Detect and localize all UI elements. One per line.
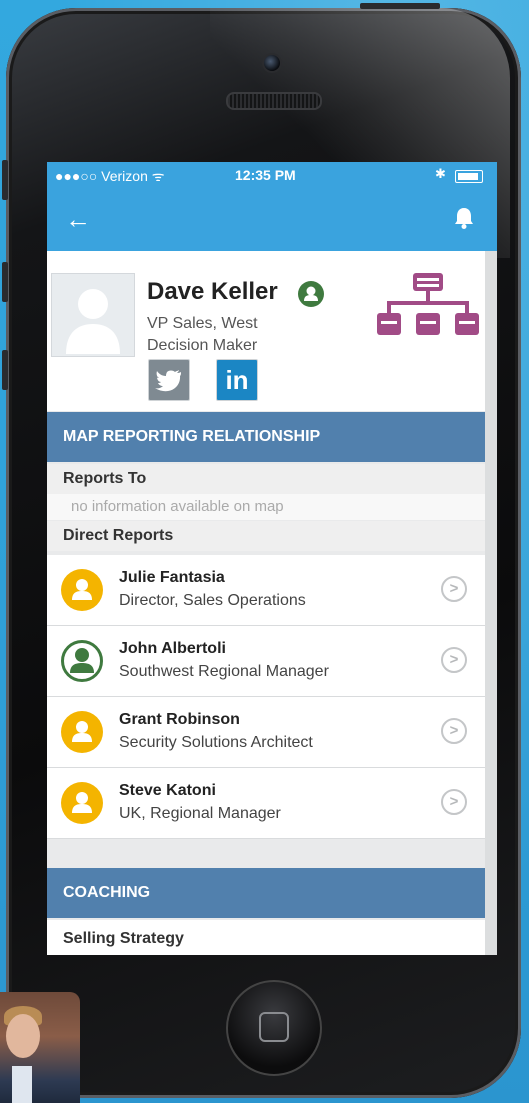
selling-strategy-label: Selling Strategy [63,930,184,947]
chevron-right-icon[interactable]: > [441,576,467,602]
bluetooth-icon: ✱ [435,166,446,181]
direct-reports-label: Direct Reports [63,527,174,544]
map-reporting-header[interactable]: MAP REPORTING RELATIONSHIP [47,412,485,462]
direct-report-name: Grant Robinson [119,711,240,728]
map-reporting-header-label: MAP REPORTING RELATIONSHIP [63,428,321,445]
contact-title: VP Sales, West [147,315,258,332]
battery-icon [455,170,483,183]
status-bar: ●●●○○ Verizon ᯤ 12:35 PM ✱ [47,162,497,190]
reports-to-label: Reports To [63,470,147,487]
person-placeholder-icon [66,289,120,354]
person-icon [61,711,103,753]
linkedin-icon[interactable]: in [216,359,258,401]
avatar [51,273,135,357]
direct-report-title: UK, Regional Manager [119,805,281,822]
presenter-face [6,1014,40,1058]
org-chart-icon[interactable] [375,271,481,341]
contact-role: Decision Maker [147,337,258,354]
contact-role-badge-icon [298,281,324,307]
direct-report-row[interactable]: Steve Katoni UK, Regional Manager > [47,768,485,839]
reports-to-empty-text: no information available on map [71,498,284,515]
direct-report-row[interactable]: John Albertoli Southwest Regional Manage… [47,626,485,697]
bell-icon[interactable] [453,206,475,230]
coaching-header[interactable]: COACHING [47,868,485,918]
presenter-shirt [12,1066,32,1103]
direct-report-name: Steve Katoni [119,782,216,799]
person-icon [61,782,103,824]
direct-report-row[interactable]: Julie Fantasia Director, Sales Operation… [47,555,485,626]
direct-report-title: Director, Sales Operations [119,592,306,609]
scroll-gutter [485,251,497,955]
person-icon [61,640,103,682]
profile-card: Dave Keller VP Sales, West Decision Make… [47,251,485,411]
home-button-icon [259,1012,289,1042]
direct-report-name: Julie Fantasia [119,569,225,586]
chevron-right-icon[interactable]: > [441,647,467,673]
reports-to-heading: Reports To [47,464,485,494]
section-spacer [47,839,485,868]
chevron-right-icon[interactable]: > [441,789,467,815]
front-camera [262,53,282,73]
person-icon [61,569,103,611]
presenter-photo [0,992,80,1103]
carrier-signal: ●●●○○ Verizon ᯤ [55,168,165,184]
status-time: 12:35 PM [235,167,296,183]
direct-report-name: John Albertoli [119,640,226,657]
volume-up-button [2,262,8,302]
power-button [360,3,440,9]
direct-report-row[interactable]: Grant Robinson Security Solutions Archit… [47,697,485,768]
nav-bar: ← [47,190,497,251]
phone-screen: ●●●○○ Verizon ᯤ 12:35 PM ✱ ← Dave Keller… [47,162,497,955]
reports-to-empty: no information available on map [47,494,485,520]
volume-down-button [2,350,8,390]
mute-switch [2,160,8,200]
direct-report-title: Security Solutions Architect [119,734,313,751]
direct-reports-heading: Direct Reports [47,521,485,551]
direct-report-title: Southwest Regional Manager [119,663,329,680]
contact-name: Dave Keller [147,278,278,305]
selling-strategy-heading: Selling Strategy [47,920,485,955]
back-arrow-icon[interactable]: ← [65,206,91,232]
coaching-header-label: COACHING [63,884,151,901]
earpiece-speaker [226,92,322,110]
twitter-icon[interactable] [148,359,190,401]
chevron-right-icon[interactable]: > [441,718,467,744]
